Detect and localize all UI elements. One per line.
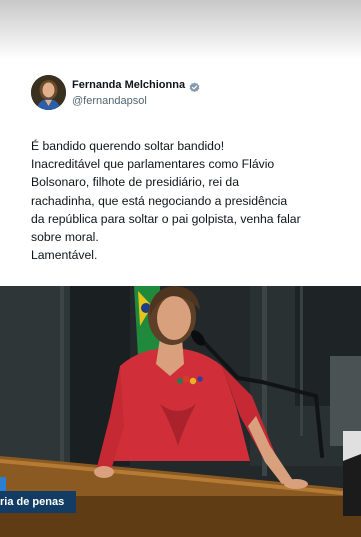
author-name-row: Fernanda Melchionna xyxy=(72,79,200,92)
tweet-text-line: sobre moral. xyxy=(31,230,99,245)
tweet-text-line: rachadinha, que está negociando a presid… xyxy=(31,193,288,208)
video-caption-text: ria de penas xyxy=(0,496,65,508)
tweet-card: Fernanda Melchionna @fernandapsol É band… xyxy=(0,60,361,286)
display-name[interactable]: Fernanda Melchionna xyxy=(72,79,185,91)
author-handle[interactable]: @fernandapsol xyxy=(72,95,147,107)
avatar-image xyxy=(31,75,66,110)
tweet-text-line: É bandido querendo soltar bandido! xyxy=(31,139,225,153)
avatar[interactable] xyxy=(31,75,66,110)
tweet-text-line: da república para soltar o pai golpista,… xyxy=(31,211,301,226)
tweet-text-line: Inacreditável que parlamentares como Flá… xyxy=(31,157,275,172)
screenshot-page: Fernanda Melchionna @fernandapsol É band… xyxy=(0,0,361,537)
top-gradient xyxy=(0,0,361,60)
verified-badge-icon xyxy=(189,80,200,92)
video-caption: ria de penas xyxy=(0,491,77,513)
tweet-text-line: Bolsonaro, filhote de presidiário, rei d… xyxy=(31,175,239,190)
caption-accent-bar xyxy=(0,477,6,491)
tweet-text: É bandido querendo soltar bandido! Inacr… xyxy=(31,137,349,264)
tweet-text-line: Lamentável. xyxy=(31,248,98,263)
